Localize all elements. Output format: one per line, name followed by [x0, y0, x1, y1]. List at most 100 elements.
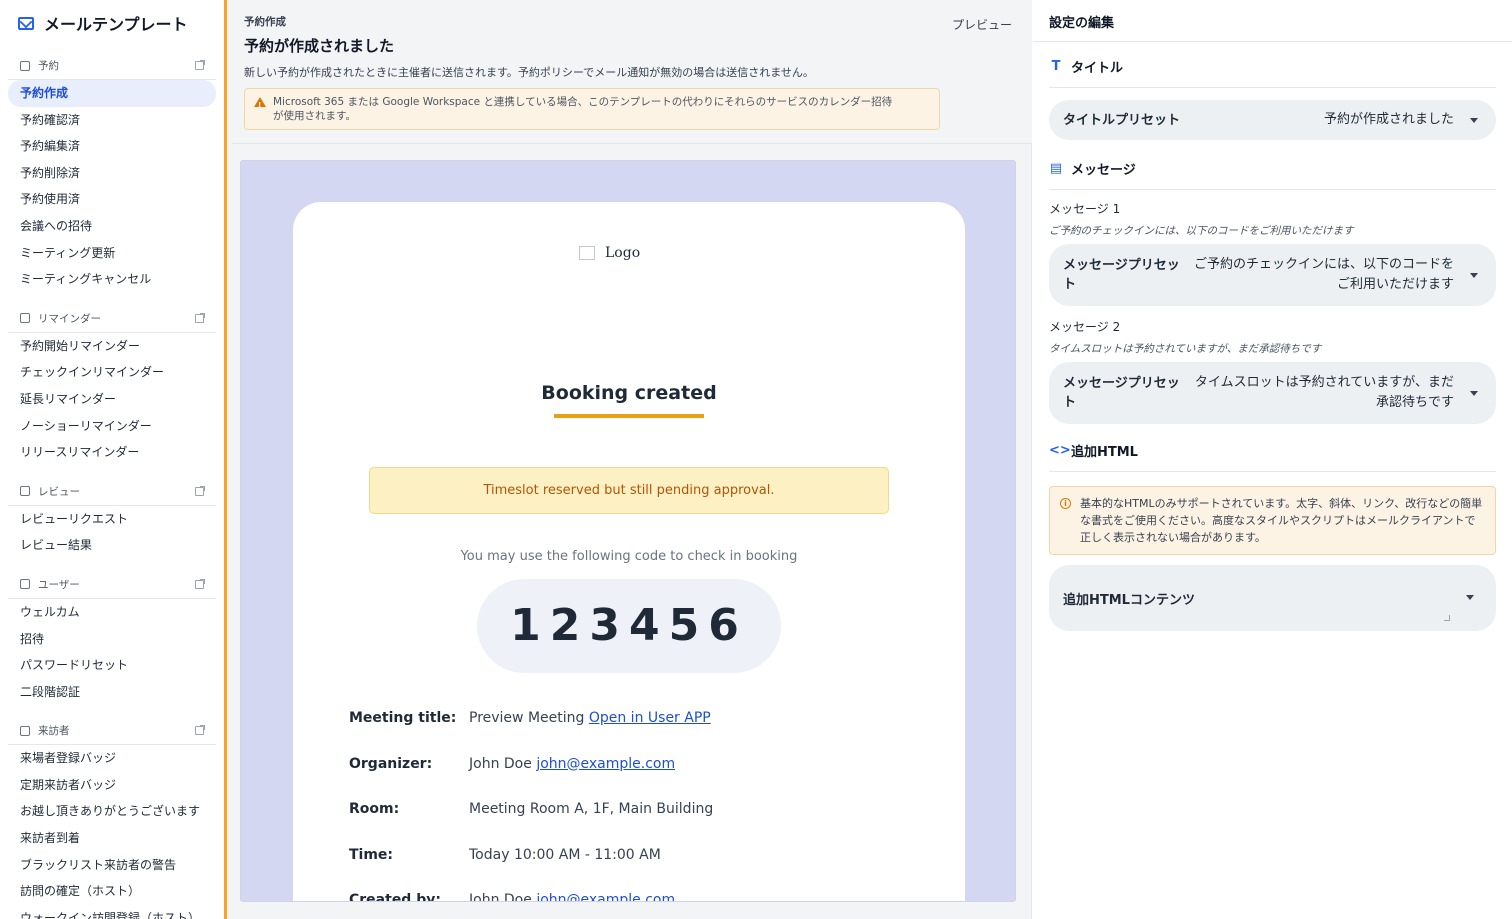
- message1-label: メッセージ 1: [1049, 202, 1121, 216]
- sidebar-item-extend-reminder[interactable]: 延長リマインダー: [8, 386, 216, 413]
- message-icon: ▤: [1049, 161, 1063, 176]
- detail-value: Meeting Room A, 1F, Main Building: [469, 801, 714, 817]
- external-link-icon[interactable]: [195, 485, 205, 496]
- external-link-icon[interactable]: [195, 578, 205, 589]
- sidebar-item-review-request[interactable]: レビューリクエスト: [8, 506, 216, 533]
- sidebar-item-thank-you[interactable]: お越し頂きありがとうございます: [8, 798, 216, 825]
- logo-alt-text: Logo: [605, 245, 641, 261]
- sidebar-item-meeting-cancel[interactable]: ミーティングキャンセル: [8, 266, 216, 293]
- section-label: 来訪者: [38, 725, 70, 738]
- select-label: メッセージプリセット: [1063, 258, 1180, 292]
- sidebar-item-checkin-reminder[interactable]: チェックインリマインダー: [8, 359, 216, 386]
- section-label: レビュー: [38, 485, 80, 498]
- creator-email-link[interactable]: john@example.com: [536, 892, 675, 901]
- sidebar-item-meeting-update[interactable]: ミーティング更新: [8, 240, 216, 267]
- detail-value: John Doe: [469, 755, 532, 772]
- sidebar-item-visit-confirm-host[interactable]: 訪問の確定（ホスト）: [8, 878, 216, 905]
- image-icon: [20, 486, 30, 497]
- warning-text: が使用されます。: [273, 110, 356, 122]
- resize-grip-icon[interactable]: [1444, 615, 1450, 621]
- select-value: タイムスロットは予約されていますが、まだ承認待ちです: [1194, 375, 1454, 410]
- sidebar-item-booking-edited[interactable]: 予約編集済: [8, 133, 216, 160]
- section-label: ユーザー: [38, 578, 80, 591]
- sidebar-item-booking-created[interactable]: 予約作成: [8, 80, 216, 107]
- text-icon: T: [1051, 59, 1061, 74]
- sidebar-section-reminder: リマインダー 予約開始リマインダー チェックインリマインダー 延長リマインダー …: [0, 305, 224, 466]
- external-link-icon[interactable]: [195, 312, 205, 323]
- select-label: メッセージプリセット: [1063, 376, 1180, 410]
- sidebar-section-booking: 予約 予約作成 予約確認済 予約編集済 予約削除済 予約使用済 会議への招待 ミ…: [0, 52, 224, 293]
- message1-preset-select[interactable]: メッセージプリセット ご予約のチェックインには、以下のコードをご利用いただけます: [1049, 244, 1496, 306]
- sidebar-item-noshow-reminder[interactable]: ノーショーリマインダー: [8, 413, 216, 440]
- sidebar-section-review: レビュー レビューリクエスト レビュー結果: [0, 478, 224, 559]
- section-title: タイトル: [1071, 61, 1124, 76]
- logo: Logo: [579, 245, 689, 265]
- message2-preset-select[interactable]: メッセージプリセット タイムスロットは予約されていますが、まだ承認待ちです: [1049, 362, 1496, 424]
- warning-icon: [254, 97, 266, 112]
- sidebar-item-review-result[interactable]: レビュー結果: [8, 532, 216, 559]
- app-title: メールテンプレート: [44, 15, 188, 34]
- pending-notice: Timeslot reserved but still pending appr…: [369, 467, 889, 514]
- detail-label: Room:: [349, 801, 400, 817]
- section-title: 追加HTML: [1071, 445, 1138, 460]
- detail-label: Created by:: [349, 892, 441, 902]
- open-in-app-link[interactable]: Open in User APP: [589, 710, 711, 726]
- detail-value: Preview Meeting: [469, 710, 585, 726]
- detail-value: John Doe: [469, 892, 532, 902]
- sidebar-resize-handle[interactable]: [224, 0, 232, 919]
- organizer-email-link[interactable]: john@example.com: [536, 756, 675, 772]
- user-icon: [20, 579, 30, 590]
- integration-warning: Microsoft 365 または Google Workspace と連携して…: [244, 88, 940, 130]
- sidebar-item-meeting-invite[interactable]: 会議への招待: [8, 213, 216, 240]
- sidebar-item-booking-used[interactable]: 予約使用済: [8, 186, 216, 213]
- broken-image-icon: [579, 246, 595, 260]
- message2-label: メッセージ 2: [1049, 320, 1121, 334]
- html-content-field[interactable]: 追加HTMLコンテンツ: [1049, 565, 1496, 631]
- detail-label: Time:: [349, 846, 394, 863]
- sidebar-item-visitor-badge[interactable]: 来場者登録バッジ: [8, 745, 216, 772]
- select-value: 予約が作成されました: [1323, 112, 1454, 127]
- settings-title: 設定の編集: [1033, 0, 1512, 42]
- section-title: メッセージ: [1071, 163, 1136, 178]
- html-section-header: <> 追加HTML: [1049, 430, 1496, 472]
- mail-icon: [18, 16, 34, 30]
- sidebar-item-booking-confirmed[interactable]: 予約確認済: [8, 107, 216, 134]
- section-label: リマインダー: [38, 312, 101, 325]
- sidebar-item-invite[interactable]: 招待: [8, 626, 216, 653]
- email-heading: Booking created: [541, 382, 717, 404]
- info-icon: i: [1060, 498, 1071, 509]
- sidebar-item-two-factor[interactable]: 二段階認証: [8, 679, 216, 706]
- sidebar-item-release-reminder[interactable]: リリースリマインダー: [8, 439, 216, 466]
- preview-button[interactable]: プレビュー: [952, 16, 1012, 33]
- sidebar-item-blacklist-warning[interactable]: ブラックリスト来訪者の警告: [8, 852, 216, 879]
- template-header: 予約作成 プレビュー 予約が作成されました 新しい予約が作成されたときに主催者に…: [232, 0, 1032, 144]
- detail-row: Created by: John Doe john@example.com: [349, 892, 949, 902]
- sidebar-item-password-reset[interactable]: パスワードリセット: [8, 652, 216, 679]
- sidebar-item-visitor-arrived[interactable]: 来訪者到着: [8, 825, 216, 852]
- booking-details: Meeting title: Preview Meeting Open in U…: [349, 710, 949, 902]
- checkin-instruction: You may use the following code to check …: [460, 549, 798, 564]
- message-section-header: ▤ メッセージ: [1049, 148, 1496, 190]
- chevron-down-icon: [1470, 118, 1478, 123]
- title-preset-select[interactable]: タイトルプリセット 予約が作成されました: [1049, 100, 1496, 140]
- warning-text: Microsoft 365 または Google Workspace と連携して…: [273, 96, 893, 108]
- sidebar-item-walkin-host[interactable]: ウォークイン訪問登録（ホスト）: [8, 905, 216, 919]
- detail-label: Organizer:: [349, 755, 433, 772]
- detail-value: Today 10:00 AM - 11:00 AM: [469, 846, 661, 863]
- preview-pane: 予約作成 プレビュー 予約が作成されました 新しい予約が作成されたときに主催者に…: [232, 0, 1032, 919]
- checkin-code: 123456: [477, 579, 781, 673]
- sidebar-item-welcome[interactable]: ウェルカム: [8, 599, 216, 626]
- detail-row: Organizer: John Doe john@example.com: [349, 756, 949, 802]
- sidebar-item-booking-deleted[interactable]: 予約削除済: [8, 160, 216, 187]
- sidebar-item-recurring-badge[interactable]: 定期来訪者バッジ: [8, 772, 216, 799]
- html-info-notice: i 基本的なHTMLのみサポートされています。太字、斜体、リンク、改行などの簡単…: [1049, 486, 1496, 555]
- external-link-icon[interactable]: [195, 60, 205, 70]
- chevron-down-icon: [1470, 273, 1478, 278]
- app-header: メールテンプレート: [0, 0, 224, 46]
- bell-icon: [20, 313, 30, 324]
- message2-help: タイムスロットは予約されていますが、まだ承認待ちです: [1049, 343, 1322, 355]
- external-link-icon[interactable]: [195, 725, 205, 736]
- sidebar-item-start-reminder[interactable]: 予約開始リマインダー: [8, 333, 216, 360]
- section-label: 予約: [38, 60, 59, 72]
- message1-help: ご予約のチェックインには、以下のコードをご利用いただけます: [1049, 225, 1354, 237]
